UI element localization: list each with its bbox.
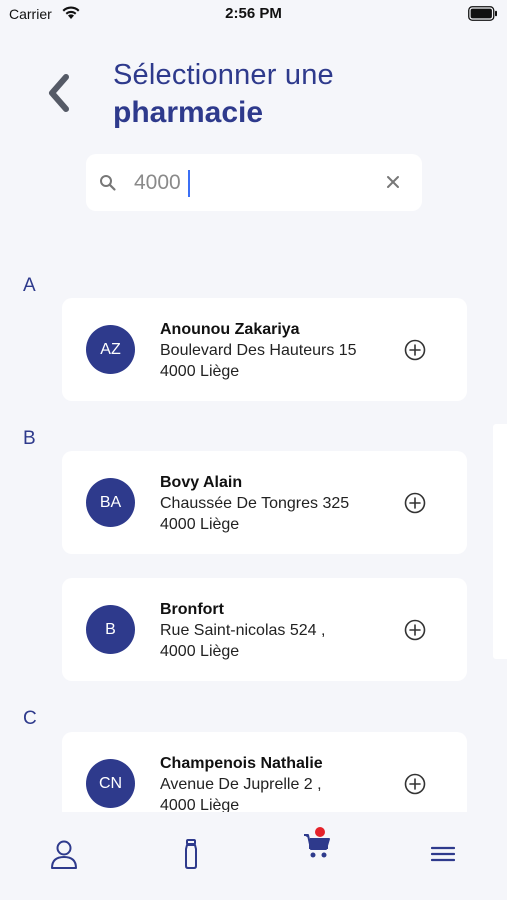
back-button[interactable] [36, 70, 80, 120]
pharmacy-card[interactable]: B Bronfort Rue Saint-nicolas 524 , 4000 … [62, 578, 467, 681]
search-box[interactable] [86, 154, 422, 211]
pharmacy-address: Rue Saint-nicolas 524 , [160, 622, 326, 639]
pharmacy-name: Bovy Alain [160, 474, 243, 491]
clear-icon[interactable] [385, 174, 401, 195]
pharmacy-address: Avenue De Juprelle 2 , [160, 776, 322, 793]
pharmacy-city: 4000 Liège [160, 516, 240, 533]
tab-profile[interactable] [44, 838, 84, 874]
pharmacy-info: Anounou Zakariya Boulevard Des Hauteurs … [160, 319, 366, 382]
add-circle-icon[interactable] [404, 773, 426, 800]
pharmacy-city: 4000 Liège [160, 797, 240, 812]
pharmacy-city: 4000 Liège [160, 643, 240, 660]
battery-icon [468, 6, 498, 26]
pharmacy-address: Boulevard Des Hauteurs 15 [160, 342, 357, 359]
avatar: BA [86, 478, 135, 527]
pharmacy-info: Champenois Nathalie Avenue De Juprelle 2… [160, 753, 366, 812]
pharmacy-name: Champenois Nathalie [160, 755, 323, 772]
tab-medication[interactable] [171, 838, 211, 874]
add-circle-icon[interactable] [404, 339, 426, 366]
avatar: CN [86, 759, 135, 808]
tab-cart[interactable] [297, 826, 337, 866]
chevron-left-icon [44, 73, 72, 118]
text-caret [188, 170, 190, 197]
section-header: A [23, 275, 36, 296]
section-header: C [23, 708, 37, 729]
scroll-indicator[interactable] [493, 424, 507, 659]
user-icon [50, 839, 78, 874]
avatar: AZ [86, 325, 135, 374]
pharmacy-info: Bovy Alain Chaussée De Tongres 325 4000 … [160, 472, 366, 535]
pharmacy-list[interactable]: A AZ Anounou Zakariya Boulevard Des Haut… [0, 260, 507, 812]
pharmacy-card[interactable]: BA Bovy Alain Chaussée De Tongres 325 40… [62, 451, 467, 554]
tab-menu[interactable] [423, 838, 463, 874]
avatar: B [86, 605, 135, 654]
screen: Carrier 2:56 PM Sélectionner une pharmac… [0, 0, 507, 900]
add-circle-icon[interactable] [404, 492, 426, 519]
pharmacy-info: Bronfort Rue Saint-nicolas 524 , 4000 Li… [160, 599, 366, 662]
cart-icon [303, 826, 331, 865]
section-header: B [23, 428, 36, 449]
pharmacy-name: Bronfort [160, 601, 224, 618]
pharmacy-address: Chaussée De Tongres 325 [160, 495, 350, 512]
medicine-bottle-icon [183, 838, 199, 874]
search-icon [99, 174, 117, 197]
page-title-emphasis: pharmacie [113, 96, 264, 129]
add-circle-icon[interactable] [404, 619, 426, 646]
tab-bar [0, 812, 507, 900]
pharmacy-city: 4000 Liège [160, 363, 240, 380]
cart-badge [315, 826, 325, 837]
pharmacy-name: Anounou Zakariya [160, 321, 300, 338]
pharmacy-card[interactable]: AZ Anounou Zakariya Boulevard Des Hauteu… [62, 298, 467, 401]
page-title: Sélectionner une [113, 59, 334, 91]
status-time: 2:56 PM [225, 5, 282, 22]
menu-icon [430, 845, 456, 868]
status-bar: Carrier 2:56 PM [0, 0, 507, 28]
pharmacy-card[interactable]: CN Champenois Nathalie Avenue De Juprell… [62, 732, 467, 812]
search-input[interactable] [134, 168, 364, 198]
